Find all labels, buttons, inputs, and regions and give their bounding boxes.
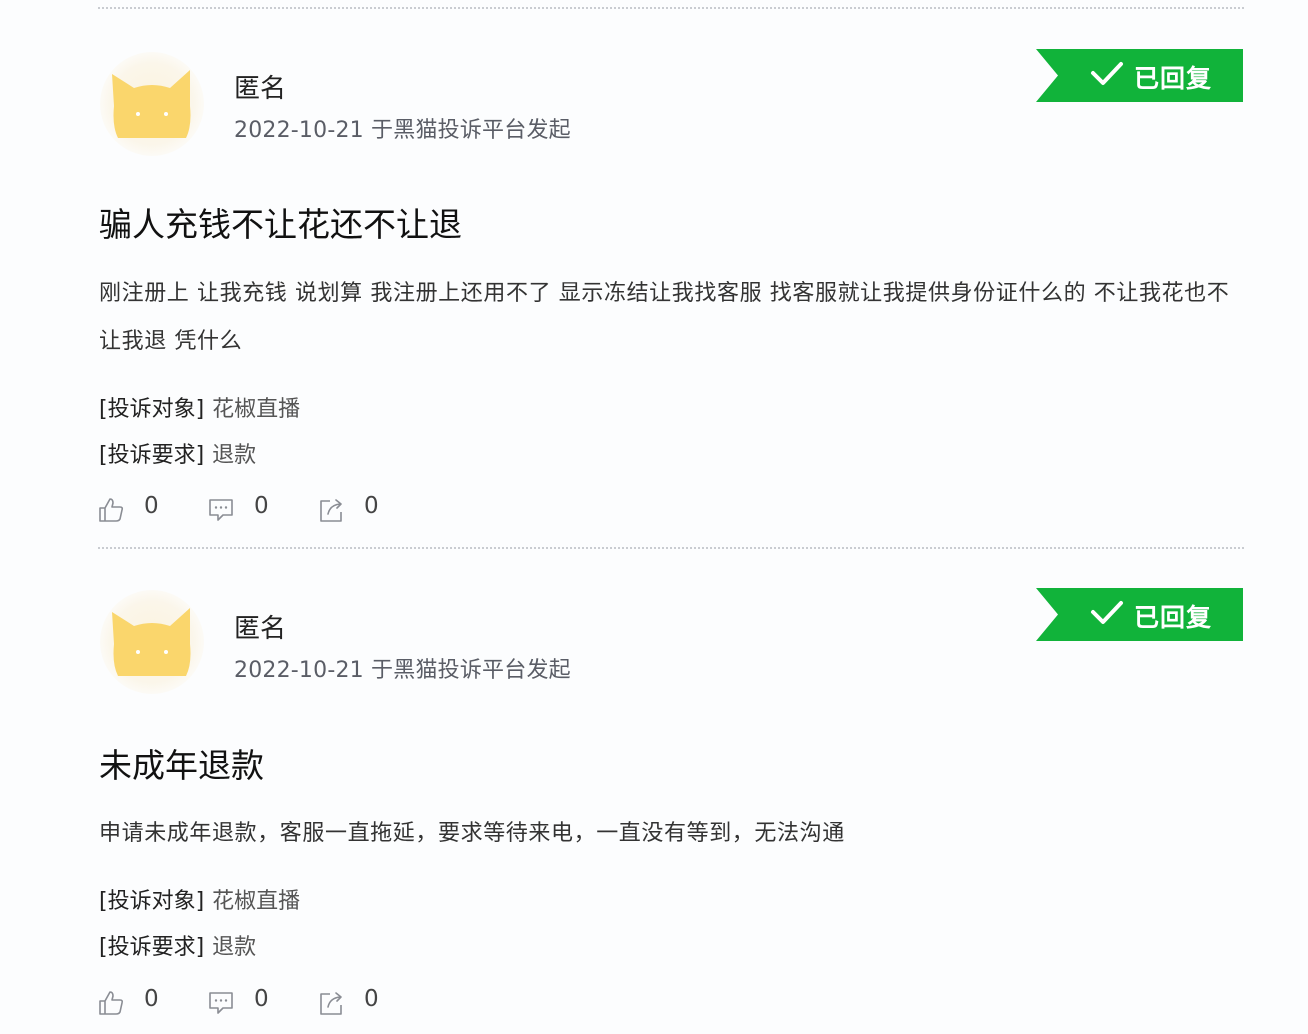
complaint-target: [投诉对象] 花椒直播 bbox=[99, 391, 300, 423]
like-count: 0 bbox=[144, 493, 159, 519]
check-icon bbox=[1091, 62, 1123, 85]
share-icon bbox=[320, 992, 342, 1015]
demand-value: 退款 bbox=[212, 443, 257, 468]
status-badge: 已回复 bbox=[1036, 588, 1243, 641]
share-count: 0 bbox=[364, 493, 379, 519]
post-meta: 2022-10-21 于黑猫投诉平台发起 bbox=[234, 658, 571, 683]
comment-icon bbox=[209, 992, 233, 1014]
avatar[interactable] bbox=[100, 590, 204, 694]
demand-value: 退款 bbox=[212, 935, 257, 960]
complaint-body: 申请未成年退款，客服一直拖延，要求等待来电，一直没有等到，无法沟通 bbox=[99, 821, 845, 846]
author-name[interactable]: 匿名 bbox=[234, 68, 286, 105]
share-icon bbox=[320, 499, 342, 522]
complaint-title[interactable]: 未成年退款 bbox=[99, 739, 264, 787]
comment-icon bbox=[209, 499, 233, 521]
demand-key: [投诉要求] bbox=[99, 935, 205, 960]
thumbs-up-icon bbox=[99, 498, 124, 522]
post-meta: 2022-10-21 于黑猫投诉平台发起 bbox=[234, 118, 571, 143]
status-label: 已回复 bbox=[1134, 603, 1213, 632]
comment-count: 0 bbox=[254, 493, 269, 519]
target-key: [投诉对象] bbox=[99, 889, 205, 914]
target-value[interactable]: 花椒直播 bbox=[212, 397, 300, 422]
complaint-body: 刚注册上 让我充钱 说划算 我注册上还用不了 显示冻结让我找客服 找客服就让我提… bbox=[99, 281, 1230, 354]
post-divider bbox=[98, 547, 1244, 549]
target-value[interactable]: 花椒直播 bbox=[212, 889, 300, 914]
target-key: [投诉对象] bbox=[99, 397, 205, 422]
comment-count: 0 bbox=[254, 986, 269, 1012]
top-divider bbox=[98, 7, 1244, 9]
cat-avatar-icon bbox=[112, 608, 191, 676]
status-badge: 已回复 bbox=[1036, 49, 1243, 102]
demand-key: [投诉要求] bbox=[99, 443, 205, 468]
cat-avatar-icon bbox=[112, 70, 191, 138]
share-count: 0 bbox=[364, 986, 379, 1012]
avatar[interactable] bbox=[100, 52, 204, 156]
check-icon bbox=[1091, 601, 1123, 624]
complaint-target: [投诉对象] 花椒直播 bbox=[99, 883, 300, 915]
thumbs-up-icon bbox=[99, 991, 124, 1015]
complaint-demand: [投诉要求] 退款 bbox=[99, 929, 256, 961]
status-label: 已回复 bbox=[1134, 64, 1213, 93]
complaint-demand: [投诉要求] 退款 bbox=[99, 437, 256, 469]
complaint-title[interactable]: 骗人充钱不让花还不让退 bbox=[99, 198, 462, 246]
like-count: 0 bbox=[144, 986, 159, 1012]
author-name[interactable]: 匿名 bbox=[234, 608, 286, 645]
